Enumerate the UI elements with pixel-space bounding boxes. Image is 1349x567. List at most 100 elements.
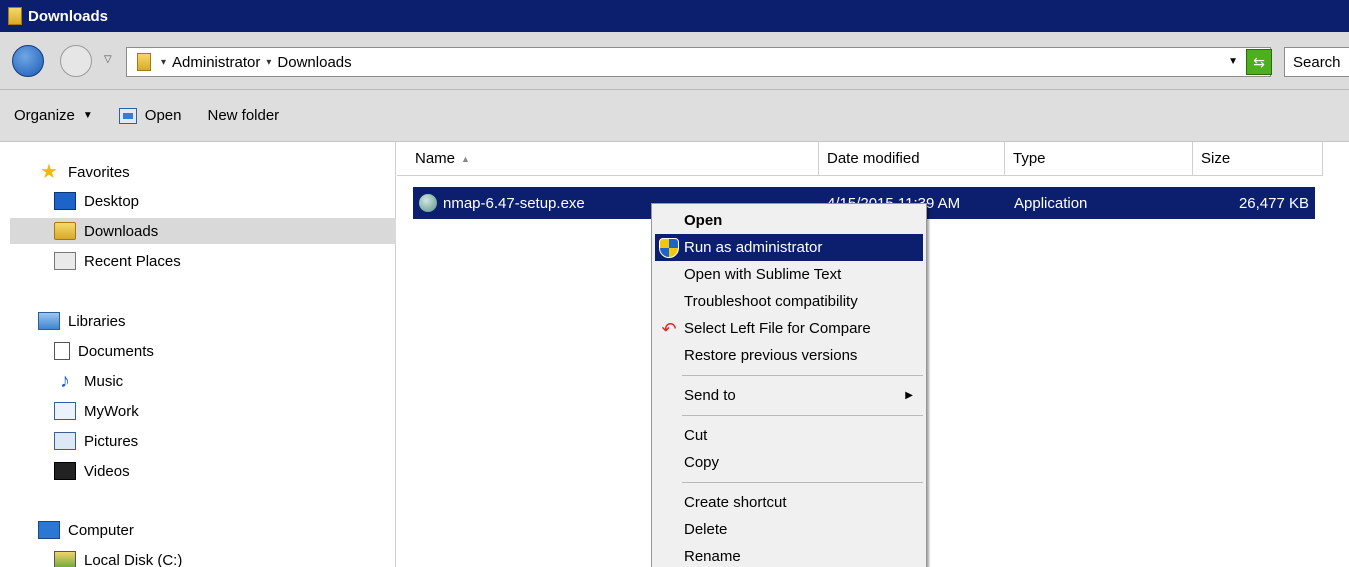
breadcrumb-administrator[interactable]: Administrator: [172, 54, 260, 71]
file-type: Application: [1014, 194, 1088, 212]
menu-item-label: Copy: [684, 454, 720, 471]
nav-item-label: Documents: [78, 342, 154, 360]
column-size-label: Size: [1201, 150, 1231, 167]
menu-item-troubleshoot[interactable]: Troubleshoot compatibility: [655, 288, 923, 315]
menu-item-run-as-administrator[interactable]: Run as administrator: [655, 234, 923, 261]
nav-item-label: Downloads: [84, 222, 159, 240]
column-header-type[interactable]: Type: [1005, 142, 1193, 176]
desktop-icon: [54, 192, 76, 210]
file-name-cell: nmap-6.47-setup.exe: [419, 187, 585, 219]
nav-item-label: MyWork: [84, 402, 139, 420]
computer-icon: [38, 521, 60, 539]
column-header-date[interactable]: Date modified: [819, 142, 1005, 176]
navigation-pane: ★ Favorites Desktop Downloads Recent Pla…: [0, 142, 396, 567]
nav-favorites[interactable]: ★ Favorites: [38, 159, 130, 185]
menu-item-label: Run as administrator: [684, 239, 823, 256]
menu-separator: [682, 482, 923, 483]
nav-item-label: Desktop: [84, 192, 140, 210]
folder-icon: [8, 7, 22, 25]
nav-computer[interactable]: Computer: [38, 517, 134, 543]
compare-arrow-icon: ↶: [661, 319, 677, 339]
recent-pages-chevron-icon[interactable]: ▽: [104, 54, 112, 65]
address-input[interactable]: ▾ Administrator ▾ Downloads ▼: [126, 47, 1271, 77]
window-title: Downloads: [28, 7, 109, 25]
forward-button[interactable]: [60, 45, 92, 77]
column-name-label: Name: [415, 150, 456, 167]
nav-item-label: Local Disk (C:): [84, 551, 183, 567]
file-size: 26,477 KB: [1238, 194, 1309, 212]
menu-item-rename[interactable]: Rename: [655, 543, 923, 567]
pictures-icon: [54, 432, 76, 450]
menu-item-select-left-file[interactable]: ↶ Select Left File for Compare: [655, 315, 923, 342]
refresh-button[interactable]: ⇆: [1246, 49, 1272, 75]
menu-item-delete[interactable]: Delete: [655, 516, 923, 543]
nav-item-desktop[interactable]: Desktop: [54, 188, 139, 214]
menu-item-label: Create shortcut: [684, 494, 787, 511]
nav-item-label: Videos: [84, 462, 130, 480]
nav-item-downloads[interactable]: Downloads: [10, 218, 396, 244]
search-placeholder: Search: [1293, 53, 1341, 71]
organize-button[interactable]: Organize ▼: [14, 107, 93, 124]
open-button[interactable]: Open: [118, 107, 181, 124]
nav-item-music[interactable]: ♪ Music: [54, 368, 123, 394]
recent-places-icon: [54, 252, 76, 270]
menu-item-open[interactable]: Open: [655, 207, 923, 234]
back-button[interactable]: [12, 45, 44, 77]
documents-icon: [54, 342, 70, 360]
window-titlebar: Downloads: [0, 0, 1349, 32]
menu-item-create-shortcut[interactable]: Create shortcut: [655, 489, 923, 516]
menu-item-send-to[interactable]: Send to ▶: [655, 382, 923, 409]
menu-item-label: Cut: [684, 427, 708, 444]
nav-item-label: Recent Places: [84, 252, 181, 270]
context-menu: Open Run as administrator Open with Subl…: [651, 203, 927, 567]
nav-libraries-label: Libraries: [68, 312, 126, 330]
column-date-label: Date modified: [827, 150, 920, 167]
folder-icon: [137, 53, 151, 71]
search-input[interactable]: Search: [1284, 47, 1349, 77]
chevron-down-icon: ▼: [82, 110, 93, 121]
address-dropdown-icon[interactable]: ▼: [1228, 56, 1238, 67]
menu-separator: [682, 415, 923, 416]
nav-item-local-disk[interactable]: Local Disk (C:): [54, 547, 182, 567]
breadcrumb-separator-icon[interactable]: ▾: [161, 57, 166, 68]
libraries-icon: [38, 312, 60, 330]
nav-item-label: Music: [84, 372, 124, 390]
nav-favorites-label: Favorites: [68, 163, 130, 181]
star-icon: ★: [40, 161, 58, 183]
installer-icon: [419, 194, 437, 212]
menu-item-label: Rename: [684, 548, 741, 565]
column-header-name[interactable]: Name ▲: [397, 142, 819, 176]
menu-item-cut[interactable]: Cut: [655, 422, 923, 449]
breadcrumb-downloads[interactable]: Downloads: [277, 54, 351, 71]
file-type-cell: Application: [1014, 187, 1087, 219]
nav-item-pictures[interactable]: Pictures: [54, 428, 138, 454]
nav-computer-label: Computer: [68, 521, 134, 539]
menu-item-label: Restore previous versions: [684, 347, 858, 364]
nav-item-label: Pictures: [84, 432, 139, 450]
menu-item-open-with-sublime[interactable]: Open with Sublime Text: [655, 261, 923, 288]
menu-item-restore-previous[interactable]: Restore previous versions: [655, 342, 923, 369]
menu-item-label: Troubleshoot compatibility: [684, 293, 858, 310]
sort-ascending-icon: ▲: [461, 153, 470, 164]
open-icon: [118, 107, 137, 124]
menu-item-label: Open with Sublime Text: [684, 266, 842, 283]
nav-libraries[interactable]: Libraries: [38, 308, 126, 334]
nav-item-videos[interactable]: Videos: [54, 458, 130, 484]
refresh-icon: ⇆: [1253, 53, 1265, 70]
breadcrumb-separator-icon[interactable]: ▾: [266, 57, 271, 68]
file-size-cell: 26,477 KB: [1239, 187, 1309, 219]
column-header-size[interactable]: Size: [1193, 142, 1323, 176]
nav-item-documents[interactable]: Documents: [54, 338, 154, 364]
videos-icon: [54, 462, 76, 480]
menu-item-label: Delete: [684, 521, 728, 538]
command-toolbar: Organize ▼ Open New folder: [0, 90, 1349, 142]
menu-separator: [682, 375, 923, 376]
library-folder-icon: [54, 402, 76, 420]
new-folder-button[interactable]: New folder: [207, 107, 279, 124]
nav-item-mywork[interactable]: MyWork: [54, 398, 139, 424]
file-name: nmap-6.47-setup.exe: [443, 194, 585, 212]
submenu-arrow-icon: ▶: [905, 390, 913, 401]
menu-item-copy[interactable]: Copy: [655, 449, 923, 476]
address-bar-region: ▽ ▾ Administrator ▾ Downloads ▼ ⇆ Search: [0, 32, 1349, 90]
nav-item-recent-places[interactable]: Recent Places: [54, 248, 181, 274]
